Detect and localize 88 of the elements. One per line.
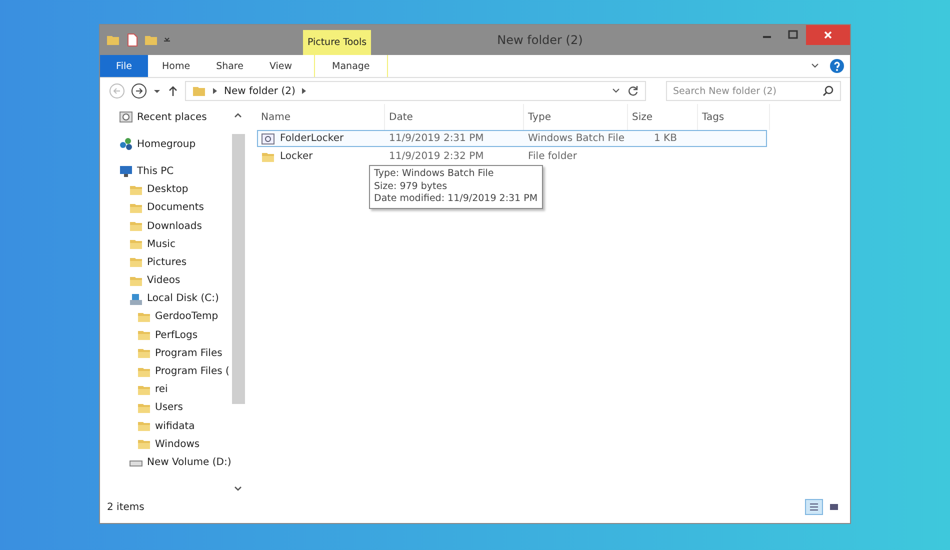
tree-item-label: wifidata: [155, 420, 195, 432]
tree-item-label: Documents: [147, 202, 204, 214]
folder-icon: [137, 437, 151, 452]
tree-item-label: New Volume (D:): [147, 456, 231, 468]
tree-item[interactable]: rei: [119, 380, 231, 399]
tree-item-label: PerfLogs: [155, 330, 198, 341]
file-name: Locker: [280, 151, 313, 162]
tree-item-label: Users: [155, 402, 184, 414]
tree-item-label: Homegroup: [137, 138, 196, 150]
tree-item[interactable]: Videos: [119, 272, 231, 290]
folder-icon: [137, 419, 151, 434]
tree-item[interactable]: wifidata: [119, 417, 231, 436]
tree-item-label: This PC: [137, 166, 174, 177]
search-icon: [822, 85, 834, 97]
tree-item[interactable]: Pictures: [119, 253, 231, 272]
folder-icon: [129, 219, 143, 234]
date-cell-text: 11/9/2019 2:31 PM: [388, 133, 485, 144]
details-view-button[interactable]: [805, 499, 823, 515]
tree-item[interactable]: Windows: [119, 435, 231, 454]
tooltip-line: Size: 979 bytes: [374, 180, 448, 193]
picture-icon: [828, 501, 840, 513]
folder-icon: [137, 328, 151, 342]
tree-item[interactable]: Desktop: [119, 180, 231, 199]
chevron-right-icon: [212, 88, 218, 94]
ribbon-tab[interactable]: Share: [204, 55, 256, 77]
tree-item[interactable]: Users: [119, 398, 231, 417]
tree-item[interactable]: Music: [119, 235, 231, 254]
contextual-tab-group: Picture Tools: [303, 30, 371, 55]
tree-item[interactable]: New Volume (D:): [119, 453, 231, 472]
file-name: FolderLocker: [280, 133, 344, 144]
type-cell-text: File folder: [527, 151, 578, 162]
tree-item-label: Music: [147, 238, 176, 250]
homegroup-icon: [119, 137, 133, 152]
up-arrow-icon[interactable]: [167, 85, 179, 97]
tree-item-label: Recent places: [137, 112, 207, 123]
ribbon-tab[interactable]: View: [257, 55, 304, 77]
date-cell-text: 11/9/2019 2:32 PM: [388, 151, 485, 162]
tree-item-label: Downloads: [147, 220, 202, 232]
tree-item-label: Program Files (: [155, 366, 230, 378]
dropdown-icon[interactable]: [153, 87, 161, 95]
close-button[interactable]: [806, 25, 850, 45]
tree-item[interactable]: GerdooTemp: [119, 308, 231, 326]
search-field[interactable]: Search New folder (2): [666, 81, 841, 101]
chevron-right-icon: [301, 88, 308, 94]
tree-item-label: Windows: [155, 438, 200, 450]
file-tab[interactable]: File: [100, 55, 148, 77]
type-cell-text: Windows Batch File: [527, 133, 626, 144]
file-row[interactable]: Locker 11/9/2019 2:32 PM File folder: [257, 148, 767, 165]
tree-item-label: Desktop: [147, 184, 188, 196]
folder-icon: [192, 84, 206, 98]
folder-icon: [129, 237, 143, 252]
computer-icon: [119, 164, 133, 178]
tree-item[interactable]: Recent places: [119, 108, 231, 126]
tree-item[interactable]: This PC: [119, 162, 231, 181]
tree-item[interactable]: Program Files: [119, 344, 231, 362]
forward-icon[interactable]: [131, 83, 147, 99]
tree-item[interactable]: Local Disk (C:): [119, 290, 231, 308]
file-row[interactable]: FolderLocker 11/9/2019 2:31 PM Windows Batch File 1 KB: [257, 130, 767, 147]
tree-item-label: Program Files: [155, 348, 222, 359]
drive-icon: [129, 292, 143, 306]
tree-item[interactable]: Documents: [119, 198, 231, 217]
tree-item-label: GerdooTemp: [155, 311, 218, 322]
close-icon: [823, 30, 833, 40]
scrollbar-thumb[interactable]: [232, 134, 244, 404]
folder-icon: [137, 346, 151, 360]
tree-item[interactable]: PerfLogs: [119, 326, 231, 344]
tooltip-line: Date modified: 11/9/2019 2:31 PM: [374, 193, 538, 206]
item-count: 2 items: [107, 502, 144, 512]
folder-icon: [129, 255, 143, 270]
path-segment[interactable]: New folder (2): [224, 86, 296, 96]
size-cell-text: 1 KB: [653, 133, 678, 144]
tree-item-label: Pictures: [147, 256, 187, 268]
tooltip-line: Type: Windows Batch File: [374, 168, 495, 180]
tree-item-label: Videos: [147, 275, 180, 286]
tree-item[interactable]: Homegroup: [119, 135, 231, 154]
refresh-icon[interactable]: [627, 85, 639, 97]
dropdown-icon[interactable]: [163, 36, 171, 44]
tree-item[interactable]: Program Files (: [119, 362, 231, 381]
tree-item-label: rei: [155, 384, 168, 396]
address-field[interactable]: New folder (2): [185, 81, 646, 101]
maximize-icon: [788, 30, 798, 40]
tree-item-label: Local Disk (C:): [147, 293, 219, 304]
document-icon[interactable]: [125, 33, 139, 47]
list-icon: [808, 501, 820, 513]
ribbon-tab[interactable]: Home: [150, 55, 202, 77]
tree-item[interactable]: Downloads: [119, 216, 231, 236]
help-icon[interactable]: [830, 59, 844, 73]
window-title: New folder (2): [496, 33, 584, 47]
